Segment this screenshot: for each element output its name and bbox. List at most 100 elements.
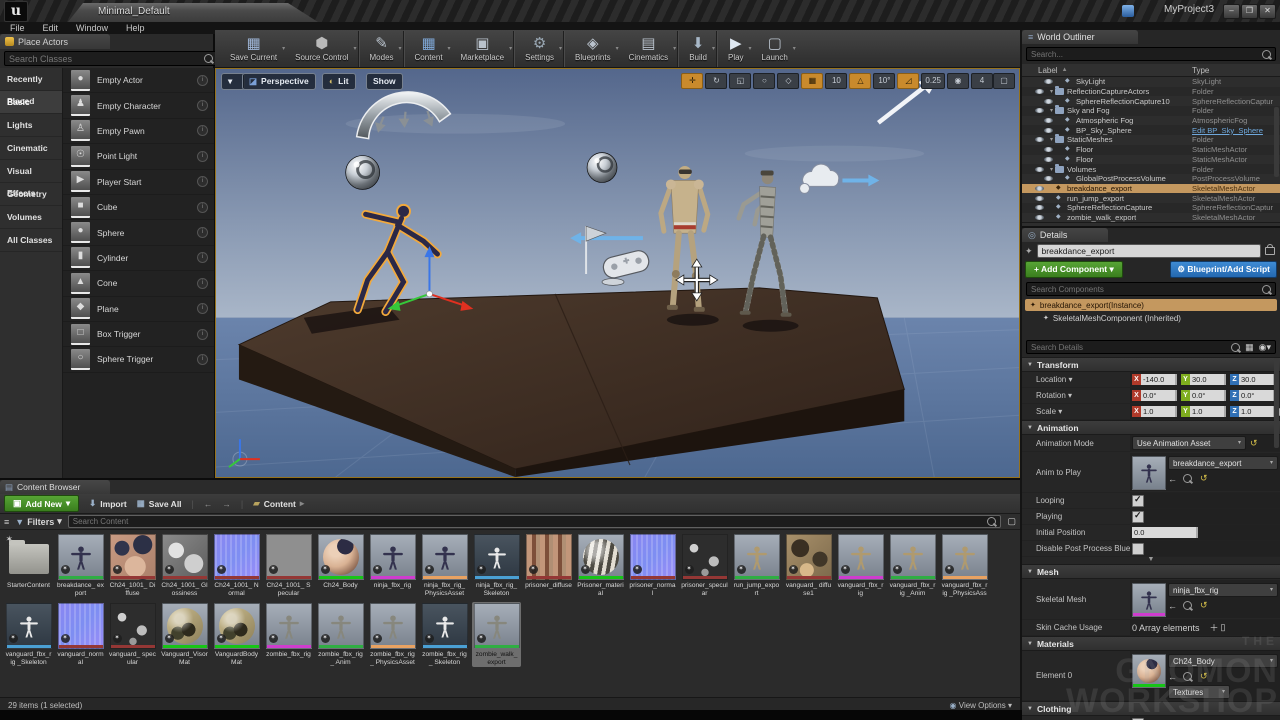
show-flags-button[interactable]: Show	[366, 73, 403, 90]
place-actors-tab[interactable]: Place Actors	[0, 34, 110, 49]
delete-elements-icon[interactable]: ▯	[1221, 622, 1226, 633]
asset-thumbnail[interactable]: ✶	[370, 603, 416, 649]
toolbar-button[interactable]: ▦ Content ▾	[406, 31, 452, 67]
asset-thumbnail[interactable]: ✶	[6, 603, 52, 649]
outliner-row[interactable]: Floor StaticMeshActor	[1022, 145, 1280, 155]
blueprint-add-script-button[interactable]: ⚙ Blueprint/Add Script	[1170, 261, 1277, 278]
expander-icon[interactable]: ▾	[1048, 107, 1055, 114]
rotation-x-field[interactable]: 0.0°	[1141, 390, 1177, 401]
type-column-header[interactable]: Type	[1192, 66, 1280, 75]
asset-thumbnail[interactable]: ✶	[110, 534, 156, 580]
rotation-snap-button[interactable]: △	[849, 73, 871, 89]
rotation-snap-value[interactable]: 10°	[873, 73, 895, 89]
placeable-actor-item[interactable]: ▶ Player Start i	[63, 170, 214, 195]
animation-section-header[interactable]: ▼ Animation	[1022, 420, 1280, 435]
asset-thumbnail[interactable]: ✶	[6, 534, 52, 580]
close-button[interactable]: ✕	[1259, 4, 1276, 19]
asset-thumbnail[interactable]: ✶	[422, 603, 468, 649]
level-tab[interactable]: Minimal_Default	[68, 3, 318, 22]
category-item[interactable]: Geometry	[0, 183, 62, 206]
visibility-eye-icon[interactable]	[1044, 157, 1053, 162]
initial-position-field[interactable]: 0.0	[1132, 527, 1198, 538]
scale-snap-value[interactable]: 0.25	[921, 73, 945, 89]
import-button[interactable]: ⬇ Import	[89, 498, 127, 509]
viewport[interactable]: ▾ ◪ Perspective ◐ Lit Show ✛ ↻ ◱ ○ ◇ ▦ 1…	[215, 68, 1020, 478]
details-scrollbar[interactable]	[1274, 358, 1279, 448]
maximize-button[interactable]: ❐	[1241, 4, 1258, 19]
world-local-toggle[interactable]: ○	[753, 73, 775, 89]
asset-tile[interactable]: ✶ prisoner_specular	[680, 533, 729, 599]
visibility-eye-icon[interactable]	[1035, 186, 1044, 191]
search-classes-input[interactable]: Search Classes	[4, 51, 218, 66]
placeable-actor-item[interactable]: ● Empty Actor i	[63, 68, 214, 93]
visibility-eye-icon[interactable]	[1035, 205, 1044, 210]
location-x-field[interactable]: -140.0	[1141, 374, 1177, 385]
asset-tile[interactable]: ✶ VanguardBody Mat	[212, 602, 261, 667]
placeable-actor-item[interactable]: ◆ Plane i	[63, 297, 214, 322]
location-y-field[interactable]: 30.0	[1190, 374, 1226, 385]
menu-item[interactable]: Edit	[43, 23, 59, 33]
location-label[interactable]: Location ▾	[1022, 375, 1130, 384]
outliner-row[interactable]: Atmospheric Fog AtmosphericFog	[1022, 116, 1280, 126]
outliner-row[interactable]: SphereReflectionCapture SphereReflection…	[1022, 203, 1280, 213]
outliner-row[interactable]: SkyLight SkyLight	[1022, 77, 1280, 87]
outliner-row[interactable]: ▾ ReflectionCaptureActors Folder	[1022, 87, 1280, 97]
asset-thumbnail[interactable]: ✶	[318, 534, 364, 580]
placeable-actor-item[interactable]: ▲ Cone i	[63, 271, 214, 296]
back-button[interactable]: ←	[204, 499, 213, 509]
save-all-button[interactable]: ▦ Save All	[137, 498, 182, 509]
asset-thumbnail[interactable]: ✶	[838, 534, 884, 580]
toolbar-button[interactable]: ⬢ Source Control ▾	[286, 31, 358, 67]
display-filter-eye-icon[interactable]: ◉▾	[1259, 342, 1271, 353]
asset-tile[interactable]: ✶ vanguard_ specular	[108, 602, 157, 667]
asset-thumbnail[interactable]: ✶	[110, 603, 156, 649]
asset-tile[interactable]: ✶ Ch24_Body	[316, 533, 365, 599]
visibility-eye-icon[interactable]	[1035, 196, 1044, 201]
asset-tile[interactable]: ✶ run_jump_export	[732, 533, 781, 599]
browse-to-asset-icon[interactable]	[1183, 474, 1192, 483]
outliner-column-headers[interactable]: Label ▲ Type	[1022, 64, 1280, 77]
rotation-y-field[interactable]: 0.0°	[1190, 390, 1226, 401]
class-info-icon[interactable]: i	[197, 202, 208, 213]
reset-to-default-icon[interactable]: ↺	[1200, 473, 1208, 484]
class-info-icon[interactable]: i	[197, 176, 208, 187]
lit-mode-button[interactable]: ◐ Lit	[322, 73, 356, 90]
asset-tile[interactable]: ✶ prisoner_normal	[628, 533, 677, 599]
class-info-icon[interactable]: i	[197, 151, 208, 162]
content-view-options[interactable]: ◉ View Options ▾	[950, 701, 1012, 710]
toolbar-button[interactable]: ⚙ Settings ▾	[516, 31, 564, 67]
outliner-row[interactable]: Floor StaticMeshActor	[1022, 155, 1280, 165]
asset-tile[interactable]: ✶ zombie_fbx_rig	[264, 602, 313, 667]
visibility-eye-icon[interactable]	[1044, 176, 1053, 181]
location-z-field[interactable]: 30.0	[1239, 374, 1275, 385]
material-dropdown[interactable]: Ch24_Body▾	[1168, 654, 1278, 668]
asset-thumbnail[interactable]: ✶	[266, 534, 312, 580]
asset-thumbnail[interactable]: ✶	[942, 534, 988, 580]
visibility-eye-icon[interactable]	[1035, 215, 1044, 220]
asset-tile[interactable]: ✶ vanguard_normal	[56, 602, 105, 667]
asset-thumbnail[interactable]: ✶	[786, 534, 832, 580]
transform-section-header[interactable]: ▼ Transform	[1022, 357, 1280, 372]
asset-thumbnail[interactable]: ✶	[370, 534, 416, 580]
translate-tool-button[interactable]: ✛	[681, 73, 703, 89]
rotate-tool-button[interactable]: ↻	[705, 73, 727, 89]
asset-thumbnail[interactable]: ✶	[422, 534, 468, 580]
looping-checkbox[interactable]	[1132, 495, 1144, 507]
textures-dropdown[interactable]: Textures▾	[1168, 685, 1230, 699]
outliner-search-input[interactable]: Search...	[1026, 47, 1276, 61]
toolbar-button[interactable]: ▶ Play ▾	[719, 31, 753, 67]
toolbar-button[interactable]: ◈ Blueprints ▾	[566, 31, 620, 67]
placeable-actor-item[interactable]: ☉ Point Light i	[63, 144, 214, 169]
asset-thumbnail[interactable]: ✶	[162, 603, 208, 649]
asset-tile[interactable]: ✶ Ch24_1001_ Glossiness	[160, 533, 209, 599]
anim-asset-thumbnail[interactable]	[1132, 456, 1166, 490]
outliner-row[interactable]: ▾ StaticMeshes Folder	[1022, 135, 1280, 145]
asset-tile[interactable]: ✶ vanguard_fbx_rig _Anim	[888, 533, 937, 599]
asset-thumbnail[interactable]: ✶	[266, 603, 312, 649]
placeable-actor-item[interactable]: ▮ Cylinder i	[63, 246, 214, 271]
placeable-actor-item[interactable]: ♟ Empty Character i	[63, 93, 214, 118]
use-selected-asset-icon[interactable]: ←	[1168, 672, 1177, 682]
category-item[interactable]: Visual Effects	[0, 160, 62, 183]
asset-tile[interactable]: ✶ zombie_fbx_rig_ PhysicsAsset	[368, 602, 417, 667]
use-selected-asset-icon[interactable]: ←	[1168, 601, 1177, 611]
